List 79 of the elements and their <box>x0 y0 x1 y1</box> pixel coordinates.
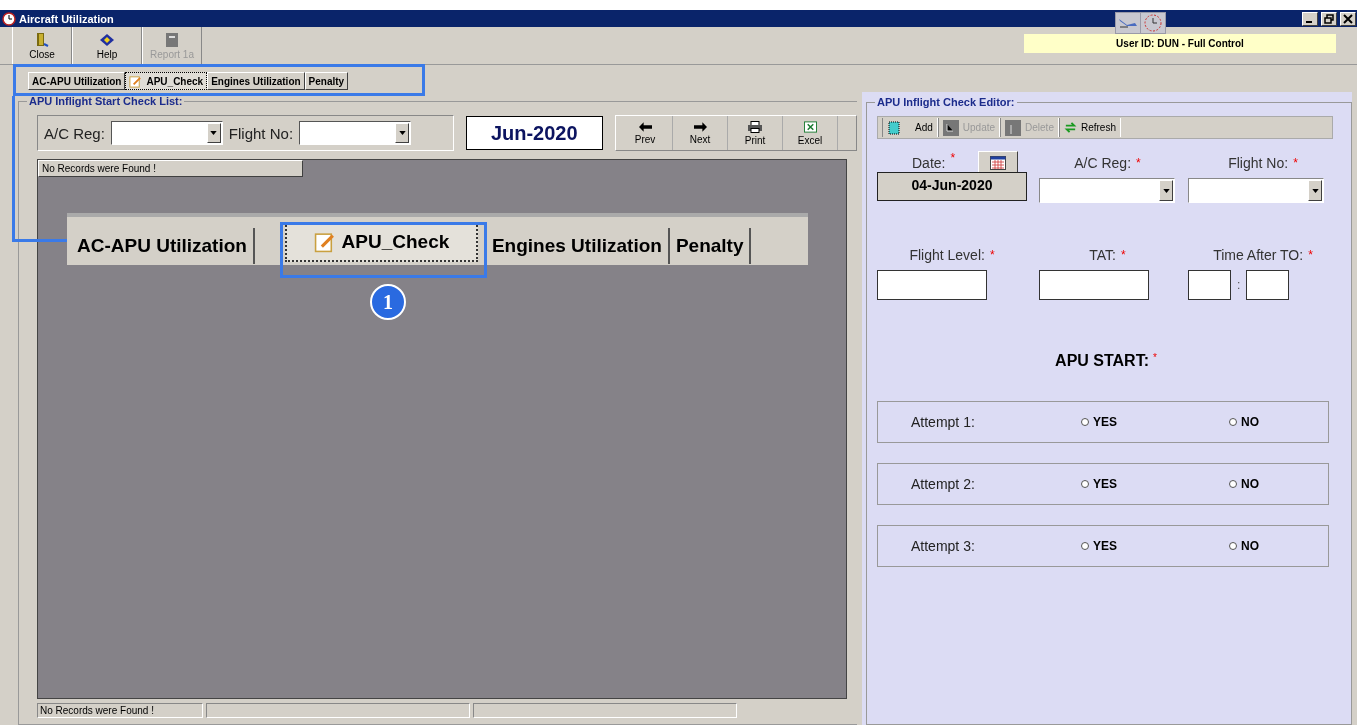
dropdown-arrow-icon <box>1162 188 1170 193</box>
tab[interactable]: Engines Utilization <box>207 72 305 90</box>
spreadsheet-icon <box>803 120 817 133</box>
user-info: User ID: DUN - Full Control <box>1024 34 1336 53</box>
toolbar-button[interactable]: Close <box>12 27 72 64</box>
field-label: Flight No: <box>228 124 294 142</box>
radio-option[interactable]: YES <box>1081 477 1229 491</box>
close-icon <box>1343 13 1353 24</box>
radio-option[interactable]: YES <box>1081 539 1229 553</box>
restore-icon <box>1324 13 1334 24</box>
close-button[interactable] <box>1340 11 1356 26</box>
calendar-button[interactable] <box>978 151 1019 175</box>
flight-dropdown[interactable] <box>1188 178 1324 203</box>
flight-level-field[interactable] <box>877 270 987 300</box>
radio-option[interactable]: YES <box>1081 415 1229 429</box>
tab[interactable]: AC-APU Utilization <box>28 72 126 90</box>
field-label: A/C Reg: <box>1074 155 1132 171</box>
nav-button[interactable]: Print <box>728 116 783 150</box>
required-mark: * <box>1136 156 1141 170</box>
field-label: Flight Level: <box>909 247 985 263</box>
tab[interactable]: APU_Check <box>125 72 208 90</box>
nav-button[interactable]: Excel <box>783 116 838 150</box>
notepad-icon <box>313 231 336 253</box>
notepad-icon <box>129 74 143 88</box>
time-separator: : <box>1237 278 1241 292</box>
tab[interactable]: Penalty <box>304 72 349 90</box>
update-icon <box>942 119 959 136</box>
field-label: TAT: <box>1089 247 1116 263</box>
required-mark: * <box>989 248 995 262</box>
month-display: Jun-2020 <box>465 116 603 150</box>
required-mark: * <box>950 151 956 165</box>
minimize-icon <box>1306 20 1312 23</box>
minutes-field[interactable] <box>1246 270 1290 300</box>
date-value: 04-Jun-2020 <box>877 172 1027 201</box>
aircraft-dropdown[interactable] <box>1039 178 1175 203</box>
aircraft-dropdown[interactable] <box>110 121 223 145</box>
attempt-label: Attempt 1: <box>911 414 976 430</box>
field-label: Date: <box>912 155 946 171</box>
status-text: No Records were Found ! <box>37 703 203 718</box>
dropdown-arrow-icon <box>210 131 218 135</box>
printer-icon <box>748 120 762 133</box>
dropdown-arrow-icon <box>1311 188 1319 193</box>
radio-option[interactable]: NO <box>1229 477 1329 491</box>
required-mark: * <box>1121 248 1126 262</box>
calendar-icon <box>990 156 1007 170</box>
arrow-right-icon <box>693 121 707 132</box>
attempt-label: Attempt 3: <box>911 538 976 554</box>
radio-option[interactable]: NO <box>1229 415 1329 429</box>
restore-button[interactable] <box>1321 11 1337 26</box>
required-mark: * <box>1308 248 1313 262</box>
book-icon <box>99 31 115 48</box>
required-mark: * <box>1153 352 1157 365</box>
field-label: Time After TO: <box>1213 247 1304 263</box>
radio-option[interactable]: NO <box>1229 539 1329 553</box>
hours-field[interactable] <box>1188 270 1231 300</box>
section-title: APU START: <box>1055 352 1149 370</box>
attempt-label: Attempt 2: <box>911 476 976 492</box>
nav-button[interactable]: Next <box>673 116 728 150</box>
report-icon <box>164 31 180 48</box>
dropdown-arrow-icon <box>398 131 406 135</box>
flight-dropdown[interactable] <box>299 121 412 145</box>
delete-icon <box>1005 119 1022 136</box>
add-record-icon <box>887 120 901 135</box>
grid-header: No Records were Found ! <box>38 160 303 177</box>
field-label: A/C Reg: <box>44 124 105 142</box>
editor-button[interactable]: Add <box>882 118 938 137</box>
nav-button[interactable]: Prev <box>618 116 673 150</box>
tat-field[interactable] <box>1039 270 1149 300</box>
airplane-icon[interactable] <box>1116 13 1140 33</box>
toolbar-button[interactable]: Help <box>72 27 142 64</box>
required-mark: * <box>1293 156 1298 170</box>
arrow-left-icon <box>638 121 652 132</box>
refresh-icon <box>1063 121 1077 134</box>
panel-title: APU Inflight Check Editor: <box>875 96 1017 108</box>
window-title: Aircraft Utilization <box>19 12 114 25</box>
editor-button[interactable]: Refresh <box>1058 118 1121 137</box>
door-icon <box>34 31 50 48</box>
minimize-button[interactable] <box>1302 11 1318 26</box>
field-label: Flight No: <box>1228 155 1289 171</box>
